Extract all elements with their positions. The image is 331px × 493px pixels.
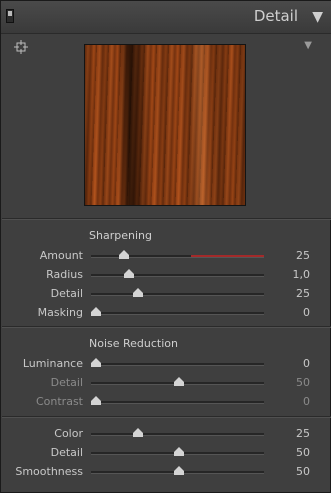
slider-thumb[interactable] <box>132 288 143 297</box>
slider-thumb[interactable] <box>132 428 143 437</box>
slider-row-radius: Radius 1,0 <box>1 266 331 284</box>
detail-preview-image[interactable] <box>84 44 246 206</box>
slider-track[interactable] <box>91 401 264 404</box>
slider-track[interactable] <box>91 255 264 258</box>
target-adjust-icon[interactable] <box>14 40 28 54</box>
slider-row-amount: Amount 25 <box>1 247 331 265</box>
slider-value[interactable]: 25 <box>296 249 310 262</box>
slider-thumb[interactable] <box>174 466 185 475</box>
slider-row-detail: Detail 50 <box>1 444 331 462</box>
slider-track[interactable] <box>91 274 264 277</box>
slider-label: Luminance <box>22 357 83 370</box>
slider-row-color: Color 25 <box>1 425 331 443</box>
slider-label: Smoothness <box>15 465 83 478</box>
slider-value[interactable]: 0 <box>303 395 310 408</box>
slider-track[interactable] <box>91 293 264 296</box>
collapse-triangle-icon[interactable]: ▼ <box>312 9 323 25</box>
preview-menu-triangle-icon[interactable]: ▼ <box>304 40 312 51</box>
sharpening-title: Sharpening <box>89 229 152 242</box>
slider-label: Color <box>54 427 83 440</box>
slider-value[interactable]: 50 <box>296 465 310 478</box>
slider-value[interactable]: 50 <box>296 376 310 389</box>
slider-range-highlight <box>191 255 264 257</box>
slider-value[interactable]: 50 <box>296 446 310 459</box>
divider <box>2 327 331 328</box>
panel-switch-icon[interactable] <box>6 9 14 23</box>
slider-thumb[interactable] <box>118 250 129 259</box>
slider-row-contrast: Contrast 0 <box>1 393 331 411</box>
slider-thumb[interactable] <box>91 307 102 316</box>
slider-value[interactable]: 25 <box>296 287 310 300</box>
slider-label: Detail <box>50 376 83 389</box>
panel-header[interactable]: Detail ▼ <box>1 1 331 34</box>
slider-label: Masking <box>37 306 83 319</box>
slider-track[interactable] <box>91 312 264 315</box>
slider-value[interactable]: 1,0 <box>293 268 311 281</box>
slider-thumb[interactable] <box>174 377 185 386</box>
slider-value[interactable]: 0 <box>303 306 310 319</box>
slider-label: Detail <box>50 287 83 300</box>
slider-label: Detail <box>50 446 83 459</box>
slider-label: Contrast <box>35 395 83 408</box>
slider-value[interactable]: 0 <box>303 357 310 370</box>
slider-thumb[interactable] <box>91 358 102 367</box>
slider-value[interactable]: 25 <box>296 427 310 440</box>
panel-title: Detail <box>253 7 298 25</box>
slider-thumb[interactable] <box>124 269 135 278</box>
slider-track[interactable] <box>91 433 264 436</box>
slider-label: Amount <box>39 249 83 262</box>
slider-thumb[interactable] <box>91 396 102 405</box>
preview-area: ▼ <box>2 34 331 218</box>
slider-label: Radius <box>46 268 83 281</box>
divider <box>2 219 331 220</box>
slider-row-masking: Masking 0 <box>1 304 331 322</box>
slider-row-detail: Detail 25 <box>1 285 331 303</box>
noise-reduction-title: Noise Reduction <box>89 337 178 350</box>
slider-row-detail: Detail 50 <box>1 374 331 392</box>
slider-track[interactable] <box>91 363 264 366</box>
slider-row-smoothness: Smoothness 50 <box>1 463 331 481</box>
slider-row-luminance: Luminance 0 <box>1 355 331 373</box>
detail-panel: Detail ▼ ▼ Sharpening Amount 25 Radius 1,0 D… <box>0 0 331 493</box>
slider-thumb[interactable] <box>174 447 185 456</box>
divider <box>2 417 331 418</box>
